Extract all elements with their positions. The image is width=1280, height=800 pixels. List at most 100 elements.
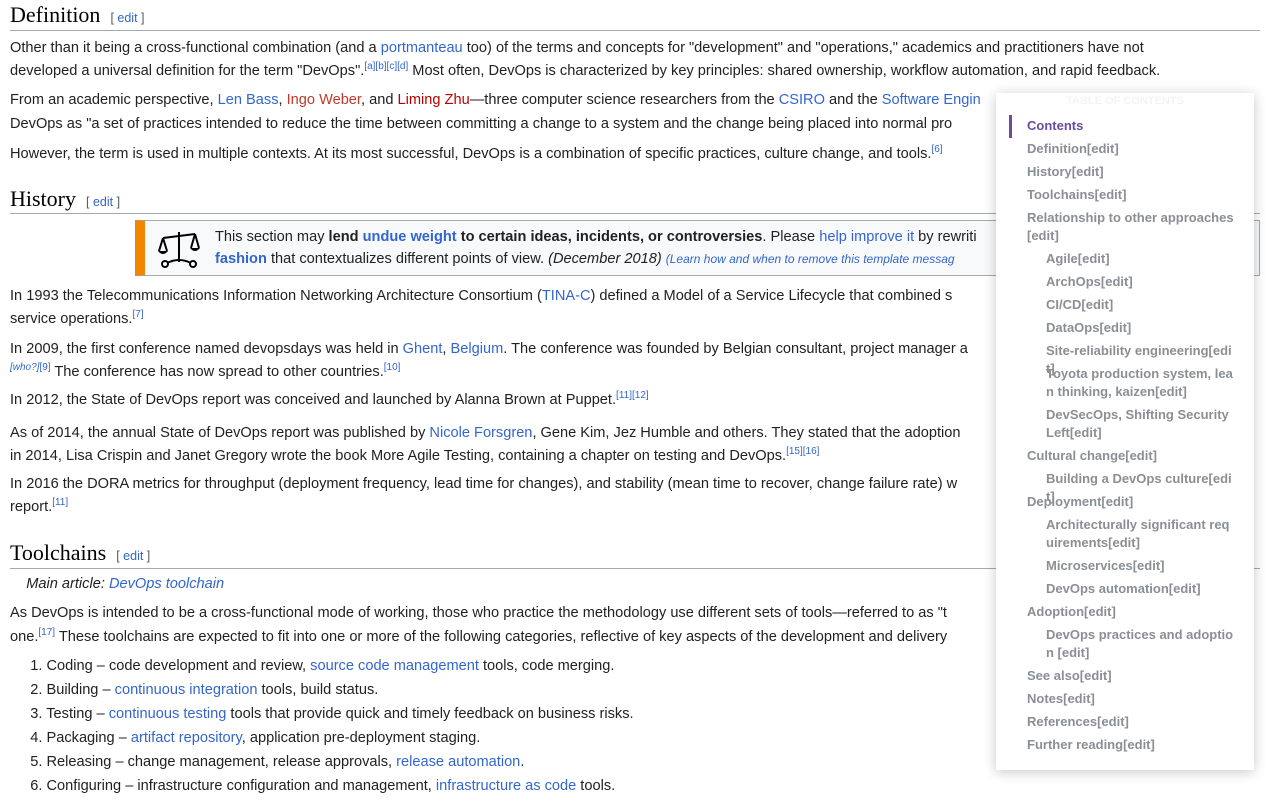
link[interactable]: artifact repository xyxy=(131,730,242,746)
edit-link[interactable]: edit xyxy=(93,195,113,209)
citation-link[interactable]: [11] xyxy=(52,497,68,508)
text: tools that provide quick and timely feed… xyxy=(226,706,634,722)
toc-item[interactable]: ArchOps[edit] xyxy=(1046,273,1236,291)
text: DevOps as "a set of practices intended t… xyxy=(10,116,953,132)
link[interactable]: continuous testing xyxy=(109,706,227,722)
heading-toolchains: Toolchains [ edit ] xyxy=(10,540,150,566)
link[interactable]: Belgium xyxy=(451,341,504,357)
link[interactable]: continuous integration xyxy=(115,682,258,698)
text: In 1993 the Telecommunications Informati… xyxy=(10,288,542,304)
text-line: Main article: DevOps toolchain xyxy=(10,576,224,592)
text-line: Other than it being a cross-functional c… xyxy=(10,40,1144,56)
link[interactable]: Liming Zhu xyxy=(398,92,470,108)
toc-item[interactable]: Notes[edit] xyxy=(1027,690,1237,708)
citation-link[interactable]: [a][b][c][d] xyxy=(364,61,408,72)
citation-link[interactable]: [9] xyxy=(39,362,50,373)
link[interactable]: CSIRO xyxy=(779,92,825,108)
citation-link[interactable]: [7] xyxy=(133,309,144,320)
citation-link[interactable]: [who?] xyxy=(10,362,39,373)
text: to certain ideas, incidents, or controve… xyxy=(456,229,763,245)
link[interactable]: Len Bass xyxy=(218,92,279,108)
text: report. xyxy=(10,499,53,515)
toc-item[interactable]: Relationship to other approaches[edit] xyxy=(1027,209,1237,245)
link[interactable]: portmanteau xyxy=(381,40,463,56)
text-line: developed a universal definition for the… xyxy=(10,61,1160,79)
link[interactable]: infrastructure as code xyxy=(436,778,576,794)
text: From an academic perspective, xyxy=(10,92,218,108)
text: As of 2014, the annual State of DevOps r… xyxy=(10,425,430,441)
text: service operations. xyxy=(10,311,133,327)
text-line: in 2014, Lisa Crispin and Janet Gregory … xyxy=(10,446,819,464)
edit-section: [ edit ] xyxy=(110,11,145,25)
toc-item[interactable]: Adoption[edit] xyxy=(1027,603,1237,621)
text-line: In 1993 the Telecommunications Informati… xyxy=(10,288,952,304)
toc-item[interactable]: Toolchains[edit] xyxy=(1027,186,1237,204)
citation: [15][16] xyxy=(786,446,819,457)
link[interactable]: fashion xyxy=(215,251,267,267)
toc-item[interactable]: History[edit] xyxy=(1027,163,1237,181)
text: 5. Releasing – change management, releas… xyxy=(10,754,397,770)
citation-link[interactable]: [6] xyxy=(931,144,942,155)
toc-item[interactable]: DevOps practices and adoption [edit] xyxy=(1046,626,1236,662)
toc-item[interactable]: DevOps automation[edit] xyxy=(1046,580,1236,598)
link[interactable]: (Learn how and when to remove this templ… xyxy=(666,252,955,266)
link[interactable]: undue weight xyxy=(363,229,457,245)
text: In 2012, the State of DevOps report was … xyxy=(10,392,617,408)
link[interactable]: TINA-C xyxy=(542,288,591,304)
text: 2. Building – xyxy=(10,682,115,698)
edit-link[interactable]: edit xyxy=(123,549,143,563)
text-line: [who?][9] The conference has now spread … xyxy=(10,362,401,380)
text-line: 5. Releasing – change management, releas… xyxy=(10,754,524,770)
toc-item[interactable]: Toyota production system, lean thinking,… xyxy=(1046,365,1236,401)
citation: [a][b][c][d] xyxy=(364,61,408,72)
toc-item[interactable]: Cultural change[edit] xyxy=(1027,447,1237,465)
text: As DevOps is intended to be a cross-func… xyxy=(10,605,947,621)
text-line: 1. Coding – code development and review,… xyxy=(10,658,614,674)
toc-item[interactable]: Agile[edit] xyxy=(1046,250,1236,268)
toc-item[interactable]: See also[edit] xyxy=(1027,667,1237,685)
text: too) of the terms and concepts for "deve… xyxy=(462,40,1144,56)
toc-item[interactable]: Microservices[edit] xyxy=(1046,557,1236,575)
text: In 2016 the DORA metrics for throughput … xyxy=(10,476,958,492)
text: However, the term is used in multiple co… xyxy=(10,146,932,162)
text: , xyxy=(278,92,287,108)
balance-scale-icon xyxy=(157,229,201,273)
text: 4. Packaging – xyxy=(10,730,131,746)
link[interactable]: Ingo Weber xyxy=(287,92,361,108)
text: The conference has now spread to other c… xyxy=(50,364,384,380)
toc-item[interactable]: Definition[edit] xyxy=(1027,140,1237,158)
link[interactable]: source code management xyxy=(310,658,479,674)
toc-item[interactable]: References[edit] xyxy=(1027,713,1237,731)
text-line: As DevOps is intended to be a cross-func… xyxy=(10,605,947,621)
citation-link[interactable]: [17] xyxy=(38,627,55,638)
citation: [11][12] xyxy=(616,390,649,401)
link[interactable]: Nicole Forsgren xyxy=(429,425,532,441)
link[interactable]: Software Engin xyxy=(882,92,981,108)
text-line: one.[17] These toolchains are expected t… xyxy=(10,627,952,645)
text: —three computer science researchers from… xyxy=(469,92,779,108)
citation-link[interactable]: [11][12] xyxy=(616,390,649,401)
link[interactable]: release automation xyxy=(396,754,520,770)
toc-item[interactable]: Architecturally significant requirements… xyxy=(1046,516,1236,552)
toc-item[interactable]: Further reading[edit] xyxy=(1027,736,1237,754)
link[interactable]: help improve it xyxy=(819,229,914,245)
citation: [7] xyxy=(133,309,144,320)
toc-item[interactable]: DevSecOps, Shifting Security Left[edit] xyxy=(1046,406,1236,442)
toc-item[interactable]: DataOps[edit] xyxy=(1046,319,1236,337)
toc-item[interactable]: Contents xyxy=(1027,117,1237,135)
toc-item[interactable]: CI/CD[edit] xyxy=(1046,296,1236,314)
text: These toolchains are expected to fit int… xyxy=(55,629,952,645)
citation: [17] xyxy=(38,627,55,638)
heading-text: Toolchains xyxy=(10,540,107,565)
text: by rewriti xyxy=(914,229,977,245)
toc-item[interactable]: Deployment[edit] xyxy=(1027,493,1237,511)
citation-link[interactable]: [15][16] xyxy=(786,446,819,457)
edit-link[interactable]: edit xyxy=(117,11,137,25)
link[interactable]: Ghent xyxy=(403,341,443,357)
citation-link[interactable]: [10] xyxy=(384,362,401,373)
link[interactable]: DevOps toolchain xyxy=(109,576,224,592)
text: Other than it being a cross-functional c… xyxy=(10,40,381,56)
toc-current-indicator xyxy=(1009,115,1012,138)
table-of-contents-panel: TABLE OF CONTENTS Contents Definition[edi… xyxy=(996,93,1254,770)
text: , and xyxy=(360,92,398,108)
